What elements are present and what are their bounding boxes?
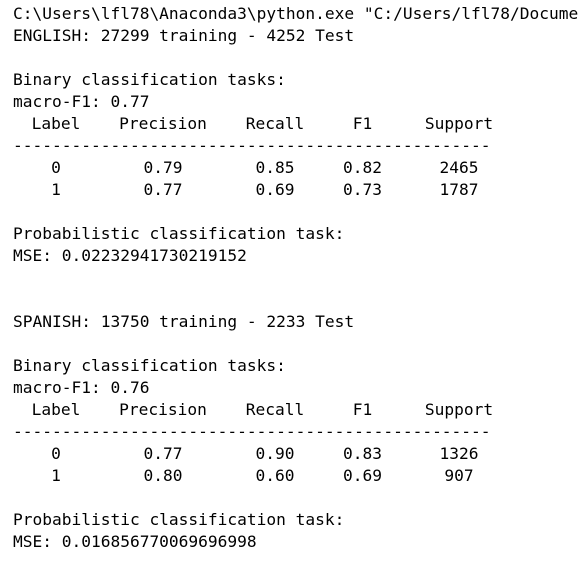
mse-value: MSE: 0.02232941730219152 [13,246,247,265]
dataset-summary-spanish: SPANISH: 13750 training - 2233 Test [13,312,355,331]
row-label: 0 [51,158,61,177]
table-separator: ----------------------------------------… [13,136,491,155]
row-precision: 0.79 [143,158,183,177]
header-precision: Precision [119,400,207,419]
command-line: C:\Users\lfl78\Anaconda3\python.exe "C:/… [13,4,579,23]
header-support: Support [424,114,494,133]
row-f1: 0.69 [343,466,382,485]
row-f1: 0.73 [343,180,382,199]
row-recall: 0.90 [255,444,295,463]
row-support: 907 [444,466,474,485]
row-recall: 0.69 [255,180,295,199]
table-row: 1 0.77 0.69 0.73 1787 [0,179,585,201]
header-recall: Recall [245,400,305,419]
row-f1: 0.83 [343,444,382,463]
row-label: 0 [51,444,61,463]
table-row: 0 0.79 0.85 0.82 2465 [0,157,585,179]
console-output: C:\Users\lfl78\Anaconda3\python.exe "C:/… [0,0,585,567]
probabilistic-task-title: Probabilistic classification task: [13,224,345,243]
header-label: Label [31,400,81,419]
row-label: 1 [51,466,61,485]
row-precision: 0.77 [143,444,183,463]
probabilistic-task-title: Probabilistic classification task: [13,510,345,529]
row-recall: 0.85 [255,158,295,177]
table-header: Label Precision Recall F1 Support [0,399,585,421]
mse-value: MSE: 0.016856770069696998 [13,532,257,551]
binary-task-title: Binary classification tasks: [13,70,286,89]
table-header: Label Precision Recall F1 Support [0,113,585,135]
row-f1: 0.82 [343,158,382,177]
header-recall: Recall [245,114,305,133]
macro-f1-value: macro-F1: 0.76 [13,378,150,397]
header-f1: F1 [352,114,373,133]
row-precision: 0.80 [143,466,183,485]
header-support: Support [424,400,494,419]
table-row: 0 0.77 0.90 0.83 1326 [0,443,585,465]
dataset-summary-english: ENGLISH: 27299 training - 4252 Test [13,26,355,45]
row-label: 1 [51,180,61,199]
row-support: 2465 [439,158,479,177]
macro-f1-value: macro-F1: 0.77 [13,92,150,111]
row-support: 1787 [439,180,479,199]
row-recall: 0.60 [255,466,295,485]
binary-task-title: Binary classification tasks: [13,356,286,375]
table-row: 1 0.80 0.60 0.69 907 [0,465,585,487]
header-f1: F1 [352,400,373,419]
row-support: 1326 [439,444,479,463]
header-label: Label [31,114,81,133]
table-separator: ----------------------------------------… [13,422,491,441]
row-precision: 0.77 [143,180,183,199]
header-precision: Precision [119,114,207,133]
